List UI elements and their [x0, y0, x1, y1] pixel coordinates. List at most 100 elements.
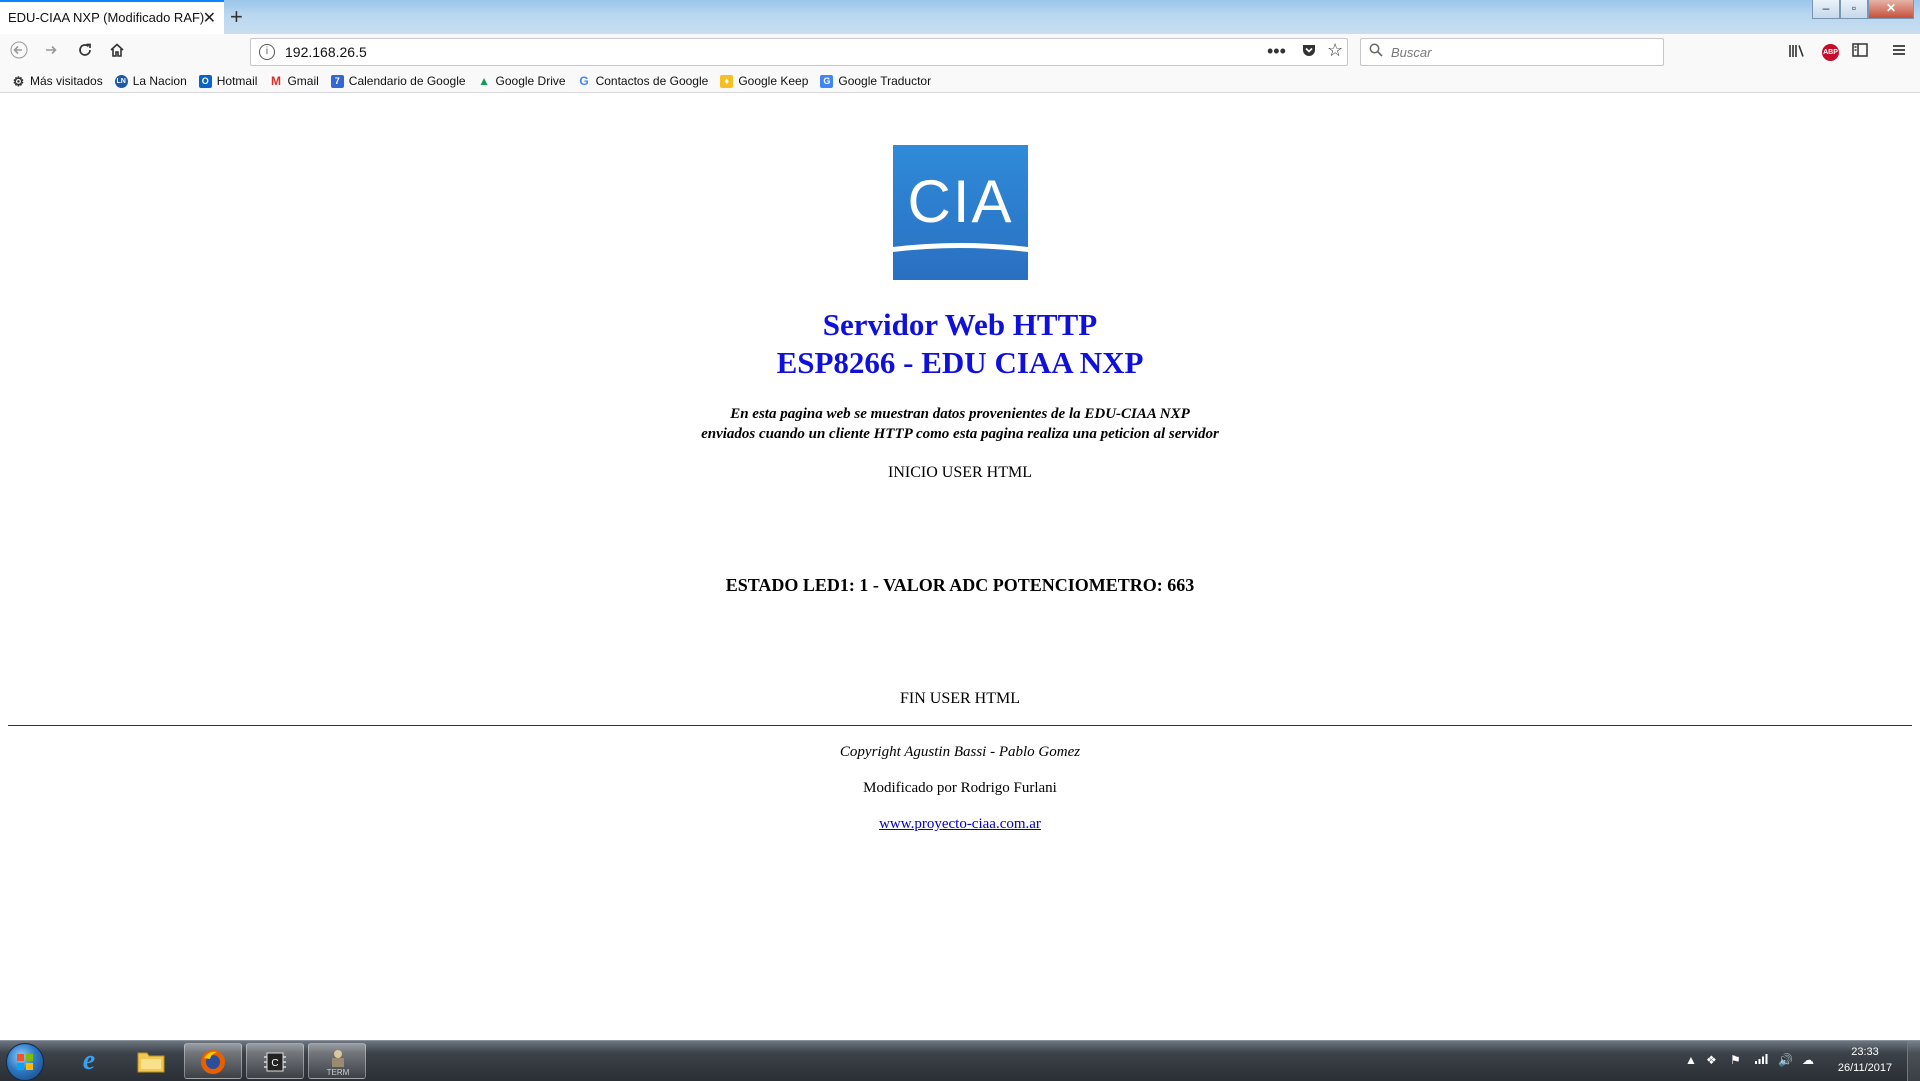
- copyright-text: Copyright Agustin Bassi - Pablo Gomez: [839, 744, 1081, 760]
- tab-active[interactable]: EDU-CIAA NXP (Modificado RAF) ✕: [0, 0, 224, 34]
- site-link[interactable]: www.proyecto-ciaa.com.ar: [879, 816, 1041, 832]
- show-desktop-button[interactable]: [1907, 1041, 1920, 1081]
- reload-icon: [79, 43, 91, 56]
- dropbox-icon[interactable]: ❖: [1706, 1053, 1717, 1067]
- bookmark-item[interactable]: M Gmail: [269, 73, 319, 88]
- taskbar-ide[interactable]: C: [246, 1043, 304, 1079]
- translate-icon: G: [820, 74, 834, 88]
- title-line-2: ESP8266 - EDU CIAA NXP: [776, 345, 1144, 380]
- page-actions-icon[interactable]: •••: [1267, 41, 1286, 62]
- pocket-icon[interactable]: [1301, 42, 1317, 63]
- back-arrow-icon: [10, 41, 28, 59]
- fin-text: FIN USER HTML: [899, 690, 1020, 707]
- google-icon: G: [579, 73, 589, 88]
- outlook-icon: O: [198, 74, 212, 88]
- url-text[interactable]: 192.168.26.5: [285, 44, 367, 60]
- bookmarks-toolbar: ⚙ Más visitados LN La Nacion O Hotmail M…: [0, 70, 1920, 93]
- close-window-button[interactable]: ✕: [1868, 0, 1914, 19]
- sidebar-icon[interactable]: [1852, 43, 1868, 62]
- start-button[interactable]: [6, 1043, 44, 1081]
- menu-icon[interactable]: [1892, 43, 1906, 62]
- windows-logo-icon: [17, 1054, 33, 1070]
- folder-icon: [137, 1052, 165, 1073]
- info-icon[interactable]: i: [259, 44, 275, 60]
- minimize-button[interactable]: –: [1812, 0, 1840, 19]
- svg-text:C: C: [271, 1058, 278, 1069]
- bookmark-item[interactable]: O Hotmail: [198, 74, 258, 88]
- internet-explorer-icon: e: [82, 1045, 96, 1076]
- bookmark-item[interactable]: ♦ Google Keep: [720, 74, 808, 88]
- network-icon[interactable]: [1754, 1053, 1768, 1068]
- reload-button[interactable]: [74, 41, 96, 63]
- description-line-2: enviados cuando un cliente HTTP como est…: [701, 426, 1219, 442]
- gear-icon: ⚙: [12, 73, 25, 89]
- firefox-icon: [201, 1050, 225, 1074]
- drive-icon: ▲: [478, 73, 490, 88]
- bookmark-item[interactable]: 7 Calendario de Google: [330, 74, 466, 88]
- clock[interactable]: 23:33 26/11/2017: [1830, 1044, 1900, 1076]
- bookmark-label: La Nacion: [132, 74, 187, 88]
- clock-date: 26/11/2017: [1837, 1062, 1893, 1074]
- back-button[interactable]: [8, 41, 30, 63]
- show-hidden-icons[interactable]: ▲: [1685, 1053, 1697, 1067]
- logo-text: CIA: [907, 168, 1014, 235]
- terminal-icon: [332, 1050, 344, 1067]
- calendar-icon: 7: [330, 74, 344, 88]
- bookmark-star-icon[interactable]: ☆: [1327, 40, 1343, 61]
- action-center-flag-icon[interactable]: ⚑: [1730, 1053, 1741, 1067]
- site-link-wrapper: www.proyecto-ciaa.com.ar: [0, 816, 1920, 833]
- modified-by-text: Modificado por Rodrigo Furlani: [863, 780, 1057, 796]
- taskbar-explorer[interactable]: [122, 1043, 180, 1079]
- clock-time: 23:33: [1851, 1046, 1879, 1058]
- home-icon: [110, 43, 124, 57]
- inicio-text: INICIO USER HTML: [888, 464, 1032, 481]
- title-line-1: Servidor Web HTTP: [822, 307, 1098, 342]
- bookmark-label: Gmail: [287, 74, 319, 88]
- bookmark-item[interactable]: LN La Nacion: [114, 74, 187, 88]
- chip-icon: C: [264, 1052, 286, 1072]
- status-text: ESTADO LED1: 1 - VALOR ADC POTENCIOMETRO…: [725, 575, 1195, 595]
- keep-icon: ♦: [720, 74, 734, 88]
- taskbar-firefox[interactable]: [184, 1043, 242, 1079]
- forward-arrow-icon: [46, 45, 57, 55]
- forward-button[interactable]: [40, 41, 62, 63]
- tab-title: EDU-CIAA NXP (Modificado RAF): [8, 10, 205, 25]
- bookmark-label: Google Keep: [738, 74, 809, 88]
- bookmark-label: Más visitados: [30, 74, 103, 88]
- window-controls: – ▫ ✕: [1812, 0, 1914, 19]
- taskbar-terminal[interactable]: TERM: [308, 1043, 366, 1079]
- bookmark-label: Hotmail: [216, 74, 258, 88]
- description-line-1: En esta pagina web se muestran datos pro…: [730, 406, 1190, 422]
- maximize-button[interactable]: ▫: [1840, 0, 1868, 19]
- search-bar[interactable]: Buscar: [1360, 38, 1664, 66]
- description: En esta pagina web se muestran datos pro…: [0, 404, 1920, 444]
- navigation-bar: i 192.168.26.5 ••• ☆ Buscar ABP: [0, 34, 1920, 70]
- new-tab-button[interactable]: +: [230, 4, 243, 30]
- cloud-icon[interactable]: ☁: [1802, 1053, 1814, 1067]
- ln-icon: LN: [114, 74, 128, 88]
- bookmark-item[interactable]: G Google Traductor: [820, 74, 931, 88]
- bookmark-item[interactable]: G Contactos de Google: [578, 73, 708, 88]
- logo-swoosh-icon: [893, 243, 1028, 252]
- url-bar[interactable]: i 192.168.26.5 ••• ☆: [250, 38, 1348, 66]
- search-icon: [1369, 43, 1383, 61]
- home-button[interactable]: [106, 41, 128, 63]
- volume-icon[interactable]: 🔊: [1778, 1053, 1793, 1067]
- horizontal-rule: [8, 725, 1912, 726]
- web-page: CIA Servidor Web HTTP ESP8266 - EDU CIAA…: [0, 93, 1920, 1040]
- library-icon[interactable]: [1788, 43, 1806, 64]
- bookmark-item[interactable]: ▲ Google Drive: [478, 73, 566, 88]
- bookmark-label: Calendario de Google: [348, 74, 466, 88]
- bookmark-label: Google Traductor: [838, 74, 932, 88]
- ciaa-logo: CIA: [893, 145, 1028, 280]
- page-title: Servidor Web HTTP ESP8266 - EDU CIAA NXP: [0, 306, 1920, 382]
- close-tab-icon[interactable]: ✕: [203, 8, 216, 28]
- search-placeholder: Buscar: [1391, 45, 1432, 60]
- term-label: TERM: [326, 1068, 350, 1077]
- gmail-icon: M: [270, 73, 281, 88]
- bookmark-label: Google Drive: [495, 74, 566, 88]
- bookmark-item[interactable]: ⚙ Más visitados: [12, 74, 103, 88]
- adblock-plus-icon[interactable]: ABP: [1822, 44, 1839, 61]
- taskbar-ie[interactable]: e: [60, 1043, 118, 1079]
- tab-strip: EDU-CIAA NXP (Modificado RAF) ✕ + – ▫ ✕: [0, 0, 1920, 34]
